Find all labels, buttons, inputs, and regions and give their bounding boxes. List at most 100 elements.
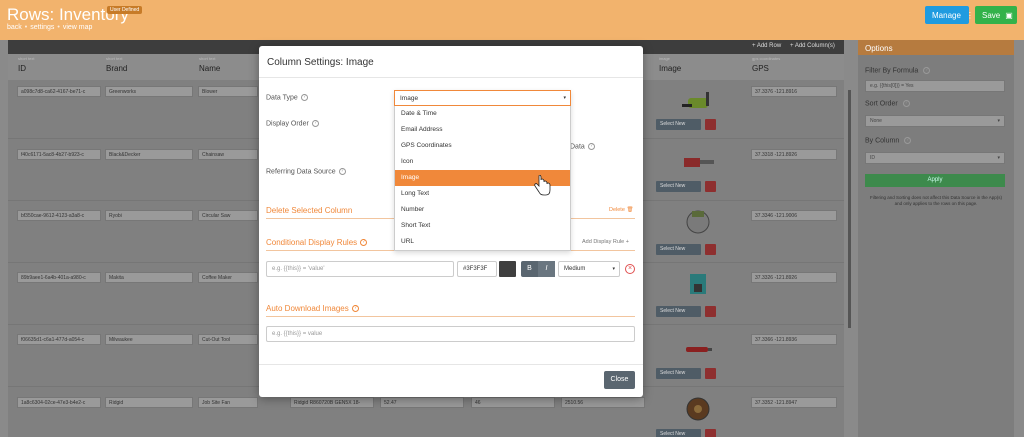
delete-image-button[interactable] [705, 244, 716, 255]
save-button[interactable]: Save ▣ [975, 6, 1017, 24]
option-date-time[interactable]: Date & Time [395, 106, 570, 122]
italic-button[interactable]: I [538, 261, 555, 277]
cell-gps[interactable]: 37.3318 -121.8926 [751, 149, 837, 160]
plus-icon: + [625, 239, 629, 245]
breadcrumb-back[interactable]: back [7, 24, 22, 31]
cell-number[interactable]: 52.47 [380, 397, 464, 408]
chevron-down-icon: ▾ [563, 95, 566, 101]
select-new-image-button[interactable]: Select New [656, 181, 701, 192]
cell-number[interactable]: 2510.56 [561, 397, 645, 408]
cell-name[interactable]: Blower [198, 86, 258, 97]
cell-brand[interactable]: Greenworks [105, 86, 193, 97]
column-header-image[interactable]: image Image [659, 56, 681, 73]
help-icon[interactable]: ? [587, 143, 595, 150]
delete-image-button[interactable] [705, 181, 716, 192]
color-hex-input[interactable]: #3F3F3F [457, 261, 497, 277]
modal-title: Column Settings: Image [267, 57, 374, 68]
select-new-image-button[interactable]: Select New [656, 429, 701, 437]
data-type-select[interactable]: Image ▾ [394, 90, 571, 106]
sort-order-select[interactable]: None ▾ [865, 115, 1005, 127]
cell-brand[interactable]: Ridgid [105, 397, 193, 408]
cell-id[interactable]: a098c7d8-ca62-4167-be71-c [17, 86, 101, 97]
cell-id[interactable]: 1a8c6304-02ce-47e3-b4e2-c [17, 397, 101, 408]
app-header: Rows: Inventory User Defined back • sett… [0, 0, 1024, 40]
add-row-button[interactable]: + Add Row [752, 43, 781, 49]
delete-image-button[interactable] [705, 306, 716, 317]
options-title: Options [865, 44, 893, 53]
option-icon[interactable]: Icon [395, 154, 570, 170]
add-display-rule-button[interactable]: Add Display Rule + [582, 239, 629, 245]
cell-name[interactable]: Circular Saw [198, 210, 258, 221]
help-icon[interactable]: ? [338, 168, 346, 175]
cell-gps[interactable]: 37.3326 -121.8926 [751, 272, 837, 283]
cell-number[interactable]: 46 [471, 397, 555, 408]
column-header-id[interactable]: short text ID [18, 56, 34, 73]
cell-brand[interactable]: Milwaukee [105, 334, 193, 345]
cell-id[interactable]: f40c6171-5ac8-4b27-b923-c [17, 149, 101, 160]
option-number[interactable]: Number [395, 202, 570, 218]
remove-rule-icon[interactable]: × [625, 264, 635, 274]
apply-button[interactable]: Apply [865, 174, 1005, 187]
select-new-image-button[interactable]: Select New [656, 244, 701, 255]
cell-name[interactable]: Chainsaw [198, 149, 258, 160]
column-header-name[interactable]: short text Name [199, 56, 220, 73]
help-icon[interactable]: ? [300, 94, 308, 101]
options-note: Filtering and Sorting does not affect th… [870, 195, 1002, 206]
delete-image-button[interactable] [705, 119, 716, 130]
cell-gps[interactable]: 37.3346 -121.9006 [751, 210, 837, 221]
option-email-address[interactable]: Email Address [395, 122, 570, 138]
by-column-select[interactable]: ID ▾ [865, 152, 1005, 164]
data-type-dropdown[interactable]: Image ▾ Date & Time Email Address GPS Coo… [394, 90, 571, 251]
help-icon[interactable]: ? [904, 137, 912, 144]
close-button[interactable]: Close [604, 371, 635, 389]
column-header-brand[interactable]: short text Brand [106, 56, 127, 73]
cell-brand[interactable]: Makita [105, 272, 193, 283]
more-icon: ⋮ [965, 10, 974, 20]
breadcrumb-view-map[interactable]: view map [63, 24, 93, 31]
manage-button[interactable]: Manage ⋮ [925, 6, 974, 24]
delete-image-button[interactable] [705, 368, 716, 379]
cell-name[interactable]: Job Site Fan [198, 397, 258, 408]
cell-model[interactable]: Ridgid R860720B GEN5X 18- [290, 397, 374, 408]
cell-brand[interactable]: Ryobi [105, 210, 193, 221]
hand-cursor-icon [534, 175, 551, 196]
cell-id[interactable]: f06635d1-c6a1-477d-a054-c [17, 334, 101, 345]
select-new-image-button[interactable]: Select New [656, 368, 701, 379]
option-gps-coordinates[interactable]: GPS Coordinates [395, 138, 570, 154]
font-size-select[interactable]: Medium ▾ [558, 261, 620, 277]
auto-download-title: Auto Download Images? [266, 304, 359, 313]
delete-column-button[interactable]: Delete 🗑 [609, 207, 633, 213]
trash-icon: 🗑 [626, 207, 634, 213]
add-column-button[interactable]: + Add Column(s) [790, 43, 835, 49]
cell-gps[interactable]: 37.3352 -121.8947 [751, 397, 837, 408]
select-new-image-button[interactable]: Select New [656, 306, 701, 317]
cell-name[interactable]: Coffee Maker [198, 272, 258, 283]
color-swatch[interactable] [499, 261, 516, 277]
cell-id[interactable]: 89b9aee1-6a4b-401a-a980-c [17, 272, 101, 283]
condition-input[interactable]: e.g. {{this}} = 'value' [266, 261, 454, 277]
bold-button[interactable]: B [521, 261, 538, 277]
cell-id[interactable]: bf350cae-9612-4123-a3a8-c [17, 210, 101, 221]
cell-brand[interactable]: Black&Decker [105, 149, 193, 160]
breadcrumb: back • settings • view map [7, 24, 92, 31]
cell-gps[interactable]: 37.3376 -121.8916 [751, 86, 837, 97]
help-icon[interactable]: ? [360, 239, 368, 247]
help-icon[interactable]: ? [923, 67, 931, 74]
blower-icon [682, 92, 709, 108]
cell-gps[interactable]: 37.3366 -121.8936 [751, 334, 837, 345]
breadcrumb-settings[interactable]: settings [30, 24, 54, 31]
by-column-label: By Column ? [865, 137, 912, 144]
cell-name[interactable]: Cut-Out Tool [198, 334, 258, 345]
filter-input[interactable]: e.g. {{this[0]}} = Yes [865, 80, 1005, 92]
auto-download-input[interactable]: e.g. {{this}} = value [266, 326, 635, 342]
grid-scrollbar[interactable] [848, 90, 851, 328]
delete-image-button[interactable] [705, 429, 716, 437]
column-header-gps[interactable]: gps coordinates GPS [752, 56, 780, 73]
option-url[interactable]: URL [395, 234, 570, 250]
select-new-image-button[interactable]: Select New [656, 119, 701, 130]
help-icon[interactable]: ? [902, 100, 910, 107]
option-short-text[interactable]: Short Text [395, 218, 570, 234]
help-icon[interactable]: ? [351, 305, 359, 313]
delete-section-title: Delete Selected Column [266, 206, 353, 215]
help-icon[interactable]: ? [311, 120, 319, 127]
